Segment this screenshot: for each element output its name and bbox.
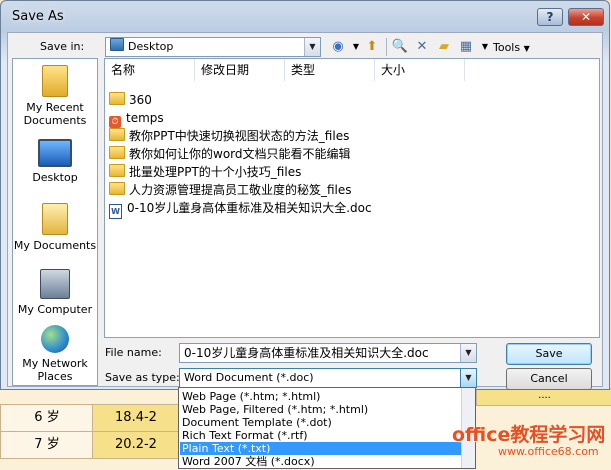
table-cell-age: 6 岁: [0, 404, 94, 432]
folder-icon: [109, 164, 125, 177]
save-as-dialog: Save As ? ✕ Save in: Desktop ▼ ◉ ▼ ⬆ 🔍 ✕…: [0, 0, 610, 390]
help-button[interactable]: ?: [537, 8, 563, 26]
place-recent-documents[interactable]: My Recent Documents: [13, 65, 97, 127]
folder-icon: [109, 182, 125, 195]
folder-icon: [109, 128, 125, 141]
desktop-small-icon: [110, 38, 124, 51]
list-item[interactable]: 教你如何让你的word文档只能看不能编辑: [109, 145, 351, 163]
type-option[interactable]: Web Page (*.htm; *.html): [180, 390, 464, 403]
save-button[interactable]: Save: [506, 343, 592, 365]
up-folder-icon[interactable]: ⬆: [363, 38, 381, 56]
delete-icon[interactable]: ✕: [413, 38, 431, 56]
places-bar: My Recent Documents Desktop My Documents…: [12, 58, 98, 386]
column-header-size[interactable]: 大小: [375, 59, 465, 81]
type-option[interactable]: Document Template (*.dot): [180, 416, 464, 429]
views-icon[interactable]: ▦: [457, 38, 475, 56]
my-computer-icon: [40, 269, 70, 299]
save-as-type-select[interactable]: Word Document (*.doc) ▼: [179, 368, 477, 388]
file-name: 360: [129, 93, 152, 107]
column-header-name[interactable]: 名称: [105, 59, 195, 81]
type-option[interactable]: Word 2007 文档 (*.docx): [180, 455, 464, 468]
recent-documents-icon: [42, 65, 68, 97]
file-name: 教你如何让你的word文档只能看不能编辑: [129, 147, 351, 161]
table-cell-age: 7 岁: [0, 431, 94, 459]
place-label: My Computer: [17, 303, 93, 316]
list-item[interactable]: 教你PPT中快速切换视图状态的方法_files: [109, 127, 349, 145]
save-as-type-dropdown[interactable]: Web Page (*.htm; *.html) Web Page, Filte…: [178, 387, 476, 469]
column-header-modified[interactable]: 修改日期: [195, 59, 285, 81]
file-name: 批量处理PPT的十个小技巧_files: [129, 165, 302, 179]
place-label: My Documents: [13, 239, 97, 252]
file-name: 人力资源管理提高员工敬业度的秘笈_files: [129, 183, 352, 197]
file-name-label: File name:: [105, 346, 162, 359]
save-in-combo[interactable]: Desktop ▼: [105, 37, 321, 57]
desktop-icon: [38, 139, 72, 167]
type-option[interactable]: Web Page, Filtered (*.htm; *.html): [180, 403, 464, 416]
tools-label: Tools: [493, 41, 521, 54]
file-name-input[interactable]: 0-10岁儿童身高体重标准及相关知识大全.doc ▼: [179, 343, 477, 363]
back-icon[interactable]: ◉: [329, 38, 347, 56]
list-item[interactable]: 人力资源管理提高员工敬业度的秘笈_files: [109, 181, 352, 199]
save-in-value: Desktop: [128, 40, 174, 53]
table-cell-value: 20.2-2: [92, 431, 180, 459]
place-network[interactable]: My Network Places: [13, 325, 97, 383]
dialog-title: Save As: [12, 9, 64, 24]
folder-icon: [109, 92, 125, 105]
list-item[interactable]: 360: [109, 91, 152, 109]
place-label: Desktop: [32, 171, 78, 184]
place-label: My Recent Documents: [23, 101, 87, 127]
list-item[interactable]: W 0-10岁儿童身高体重标准及相关知识大全.doc: [109, 199, 372, 219]
file-name: temps: [126, 111, 164, 125]
chevron-down-icon[interactable]: ▼: [460, 344, 476, 362]
type-option-selected[interactable]: Plain Text (*.txt): [180, 442, 464, 455]
search-web-icon[interactable]: 🔍: [391, 38, 409, 56]
chevron-down-icon[interactable]: ▼: [304, 38, 320, 56]
place-label: My Network Places: [22, 357, 88, 383]
close-button[interactable]: ✕: [568, 8, 604, 26]
chevron-down-icon[interactable]: ▼: [460, 369, 476, 387]
place-desktop[interactable]: Desktop: [13, 139, 97, 184]
file-list[interactable]: 名称 修改日期 类型 大小 360 ⏱ temps 教你PPT中快速切换视图状态的…: [104, 58, 600, 338]
cancel-button[interactable]: Cancel: [506, 368, 592, 390]
list-item[interactable]: 批量处理PPT的十个小技巧_files: [109, 163, 301, 181]
file-name-value: 0-10岁儿童身高体重标准及相关知识大全.doc: [184, 346, 429, 360]
views-dropdown-icon[interactable]: ▼: [476, 38, 494, 56]
new-folder-icon[interactable]: ▰: [435, 38, 453, 56]
file-name: 0-10岁儿童身高体重标准及相关知识大全.doc: [127, 201, 372, 215]
table-cell-right: ....: [476, 388, 611, 406]
save-as-type-value: Word Document (*.doc): [184, 371, 314, 384]
my-documents-icon: [42, 203, 68, 235]
place-my-computer[interactable]: My Computer: [13, 269, 97, 316]
table-cell-value: 18.4-2: [92, 404, 180, 432]
watermark-logo: office教程学习网: [452, 424, 606, 446]
folder-icon: [109, 146, 125, 159]
word-document-icon: W: [109, 204, 122, 219]
save-in-label: Save in:: [40, 40, 85, 53]
toolbar-separator: [386, 38, 387, 56]
close-icon: ✕: [580, 10, 592, 24]
type-option[interactable]: Rich Text Format (*.rtf): [180, 429, 464, 442]
chevron-down-icon: ▼: [523, 44, 530, 53]
network-places-icon: [41, 325, 69, 353]
file-name: 教你PPT中快速切换视图状态的方法_files: [129, 129, 350, 143]
save-as-type-label: Save as type:: [105, 371, 180, 384]
tools-menu[interactable]: Tools ▼: [493, 41, 530, 54]
place-my-documents[interactable]: My Documents: [13, 203, 97, 252]
list-item[interactable]: ⏱ temps: [109, 109, 164, 128]
watermark-url: www.office68.com: [498, 445, 599, 458]
column-header-type[interactable]: 类型: [285, 59, 375, 81]
